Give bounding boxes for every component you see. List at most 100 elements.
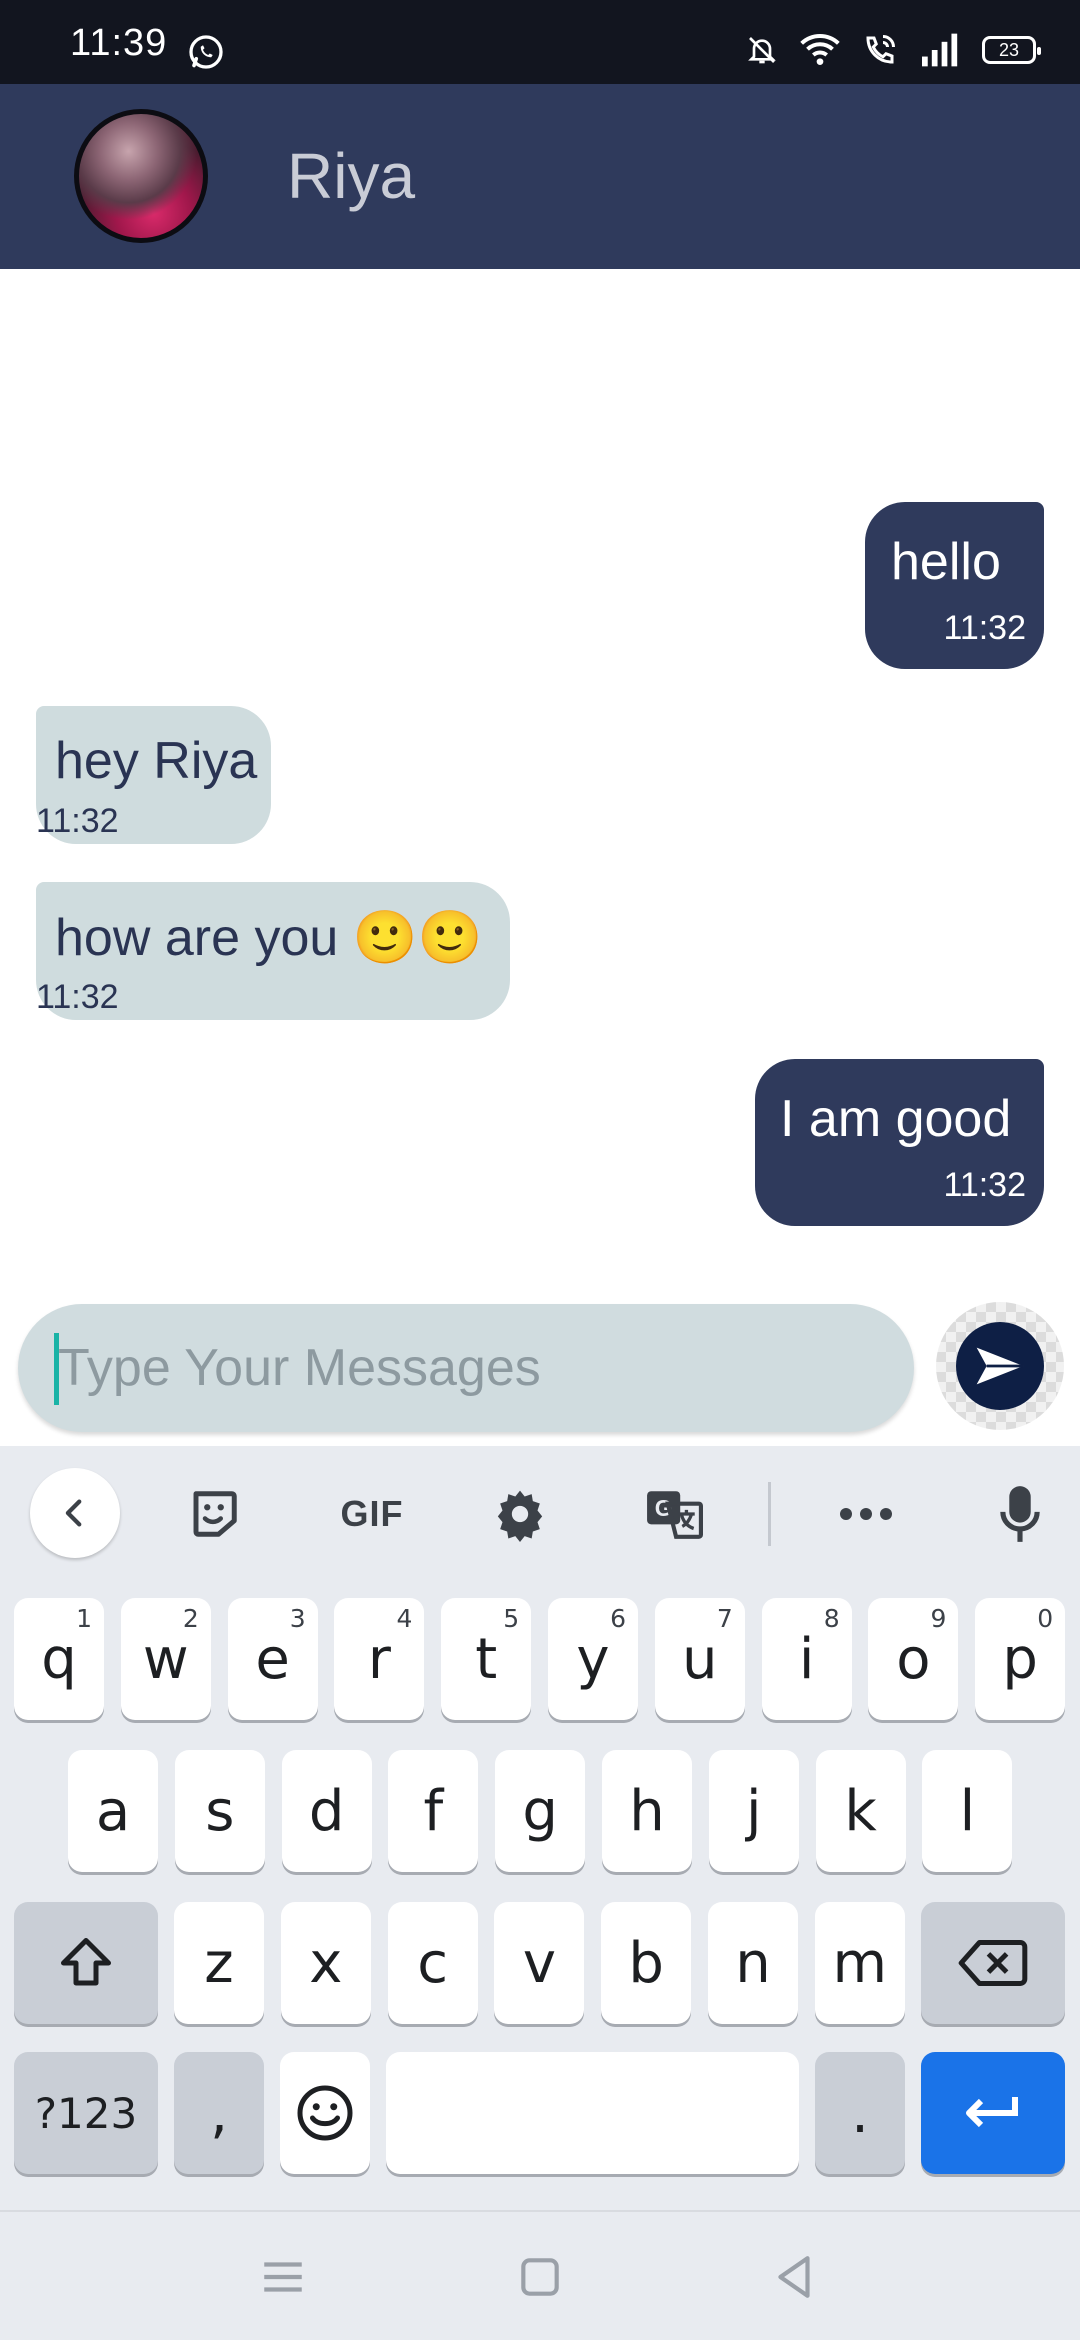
translate-icon[interactable]: G [634,1474,714,1554]
send-icon [956,1322,1044,1410]
emoji-key[interactable] [280,2052,370,2174]
key-y[interactable]: y6 [548,1598,638,1720]
wifi-call-icon [866,35,895,64]
key-j[interactable]: j [708,1750,799,1872]
key-hint: 1 [76,1604,92,1633]
key-label: l [959,1778,976,1844]
comma-key[interactable]: , [174,2052,264,2174]
emoji-icon [297,2085,353,2141]
key-label: j [746,1778,762,1844]
more-icon[interactable] [826,1474,906,1554]
key-n[interactable]: n [708,1902,798,2024]
period-key[interactable]: . [815,2052,905,2174]
backspace-key[interactable] [921,1902,1065,2024]
toolbar-divider [768,1482,771,1546]
contact-name[interactable]: Riya [287,139,415,213]
key-f[interactable]: f [388,1750,479,1872]
key-label: d [308,1778,345,1844]
key-hint: 0 [1037,1604,1054,1633]
message-composer[interactable] [18,1304,914,1432]
key-l[interactable]: l [922,1750,1013,1872]
message-text: hello [891,533,1001,591]
key-q[interactable]: q1 [14,1598,104,1720]
key-label: k [844,1778,877,1844]
key-i[interactable]: i8 [761,1598,852,1720]
keyboard-toolbar: GIF G [0,1446,1080,1581]
navigation-bar [0,2210,1080,2340]
key-hint: 8 [823,1604,840,1633]
home-icon[interactable] [515,2252,565,2302]
sticker-icon[interactable] [174,1474,254,1554]
key-x[interactable]: x [280,1902,371,2024]
status-time: 11:39 [70,22,168,64]
key-m[interactable]: m [814,1902,905,2024]
key-k[interactable]: k [815,1750,906,1872]
key-hint: 6 [610,1604,626,1633]
message-bubble-incoming[interactable]: hey Riya 11:32 [36,706,271,844]
message-text: hey Riya [55,732,258,790]
gif-label: GIF [340,1493,404,1534]
key-u[interactable]: u7 [654,1598,745,1720]
key-e[interactable]: e3 [227,1598,318,1720]
key-label: s [205,1778,235,1844]
key-c[interactable]: c [387,1902,478,2024]
key-label: u [682,1626,718,1692]
gear-icon[interactable] [480,1474,560,1554]
key-d[interactable]: d [281,1750,372,1872]
status-bar: 11:39 23 [0,0,1080,84]
key-p[interactable]: p0 [975,1598,1066,1720]
message-text: how are you 🙂🙂 [55,909,483,967]
key-hint: 3 [289,1604,306,1633]
key-b[interactable]: b [601,1902,692,2024]
key-a[interactable]: a [68,1750,158,1872]
comma-label: , [210,2080,228,2146]
key-label: w [142,1626,189,1692]
chevron-left-icon[interactable] [30,1468,120,1558]
chat-header: Riya [0,84,1080,269]
key-o[interactable]: o9 [868,1598,959,1720]
menu-icon[interactable] [258,2252,308,2302]
message-bubble-incoming[interactable]: how are you 🙂🙂 11:32 [36,882,510,1020]
message-bubble-outgoing[interactable]: I am good 11:32 [755,1059,1044,1226]
key-label: a [95,1778,131,1844]
wifi-icon [800,34,840,65]
symbols-key[interactable]: ?123 [14,2052,158,2174]
message-input[interactable] [58,1304,878,1432]
message-time: 11:32 [36,802,119,840]
bell-off-icon [748,37,776,64]
battery-icon: 23 [982,36,1041,64]
message-list[interactable]: hello 11:32 hey Riya 11:32 how are you 🙂… [0,269,1080,1294]
mic-icon[interactable] [980,1474,1060,1554]
avatar[interactable] [74,109,208,243]
enter-key[interactable] [921,2052,1065,2174]
key-label: y [576,1626,610,1692]
key-label: i [798,1626,815,1692]
key-label: p [1002,1626,1038,1692]
gif-button[interactable]: GIF [324,1474,420,1554]
key-label: c [417,1930,448,1996]
back-icon[interactable] [770,2252,820,2302]
message-bubble-outgoing[interactable]: hello 11:32 [865,502,1044,669]
message-time: 11:32 [943,1166,1026,1204]
key-g[interactable]: g [495,1750,586,1872]
key-r[interactable]: r4 [334,1598,425,1720]
key-label: x [309,1930,343,1996]
key-w[interactable]: w2 [120,1598,211,1720]
key-t[interactable]: t5 [441,1598,532,1720]
shift-key[interactable] [14,1902,158,2024]
key-label: h [629,1778,665,1844]
key-hint: 7 [716,1604,733,1633]
key-label: e [255,1626,290,1692]
key-v[interactable]: v [494,1902,585,2024]
send-button[interactable] [936,1302,1064,1430]
period-label: . [851,2080,869,2146]
key-z[interactable]: z [174,1902,264,2024]
key-label: z [204,1930,234,1996]
key-h[interactable]: h [602,1750,692,1872]
key-label: q [41,1626,77,1692]
symbols-label: ?123 [34,2088,138,2138]
key-label: o [896,1626,931,1692]
space-key[interactable] [386,2052,799,2174]
status-icons: 23 [746,30,1041,70]
key-s[interactable]: s [174,1750,265,1872]
